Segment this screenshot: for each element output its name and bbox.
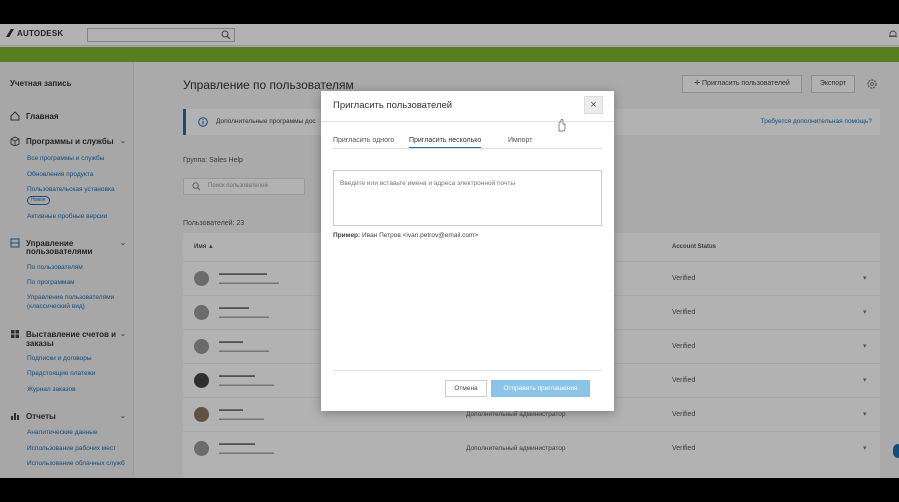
tab-invite-one[interactable]: Пригласить одного	[333, 137, 394, 147]
emails-textarea[interactable]	[333, 170, 602, 226]
close-button[interactable]: ×	[584, 96, 603, 114]
example-label: Пример:	[333, 232, 361, 239]
tabs-underline	[333, 148, 602, 149]
mouse-cursor-icon	[558, 119, 566, 132]
example-value: Иван Петров <ivan.petrov@email.com>	[362, 232, 479, 239]
divider	[321, 121, 614, 122]
example-hint: Пример: Иван Петров <ivan.petrov@email.c…	[333, 232, 478, 239]
invite-users-dialog: Пригласить пользователей × Пригласить од…	[321, 91, 614, 411]
send-invitations-button[interactable]: Отправить приглашения	[491, 380, 590, 397]
dialog-title: Пригласить пользователей	[333, 100, 453, 111]
cancel-button[interactable]: Отмена	[445, 380, 487, 397]
tab-import[interactable]: Импорт	[508, 137, 532, 147]
close-icon: ×	[590, 99, 597, 111]
divider	[333, 370, 602, 371]
app-frame: AUTODESK Учетная запись Главная Программ…	[0, 24, 899, 478]
